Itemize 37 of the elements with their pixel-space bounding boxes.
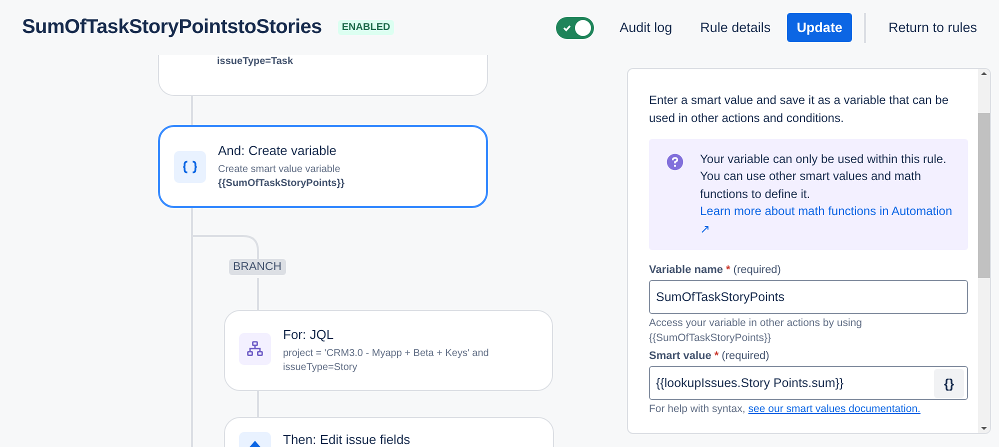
branch-label: BRANCH [229,259,286,275]
panel-description: Enter a smart value and save it as a variable that can be used in other actions and conditions. [649,92,950,127]
input-field[interactable]: {{lookupIssues.Story Points.sum}} {} [649,366,968,400]
scroll-up-icon[interactable] [981,72,987,75]
node-description: {{SumOfTaskStoryPoints}} [218,176,345,190]
node-description: issueType=Task [217,55,294,68]
node-description: project = 'CRM3.0 - Myapp + Beta + Keys' and issueType=Story [283,347,490,374]
field-help: Access your variable in other actions by using {{SumOfTaskStoryPoints}} [649,316,862,344]
enable-toggle[interactable] [556,16,594,38]
scrollbar[interactable] [978,69,990,433]
required-mark: * [714,350,719,362]
required-hint: (required) [733,264,781,276]
question-icon [666,153,684,171]
input-field[interactable]: SumOfTaskStoryPoints [649,280,968,314]
field-help: For help with syntax, [649,403,746,416]
node-description: Create smart value variable [218,163,342,176]
required-hint: (required) [722,350,770,362]
node-title: And: Create variable [218,143,338,158]
node-title: For: JQL [283,327,335,342]
rule-title: SumOfTaskStoryPointstoStories [22,16,322,39]
braces-icon [174,151,206,183]
return-button[interactable]: Return to rules [876,14,989,41]
check-icon [562,24,570,31]
docs-link[interactable]: see our smart values documentation. [748,403,920,416]
node-title: Then: Edit issue fields [283,432,410,447]
header-link[interactable]: Rule details [688,14,783,41]
status-lozenge: ENABLED [338,20,394,35]
info-text: Your variable can only be used within this rule. You can use other smart values and math functions to define it. [700,152,946,201]
header-link[interactable]: Audit log [608,14,684,41]
learn-more-link[interactable]: Learn more about math functions in Automation ↗ [700,203,958,238]
update-button[interactable]: Update [786,13,852,42]
smart-value-button[interactable]: {} [934,368,964,398]
field-label: Smart value [649,350,712,362]
hierarchy-icon [239,333,271,365]
required-mark: * [726,264,730,276]
scroll-down-icon[interactable] [981,427,987,430]
field-label: Variable name [649,264,723,276]
